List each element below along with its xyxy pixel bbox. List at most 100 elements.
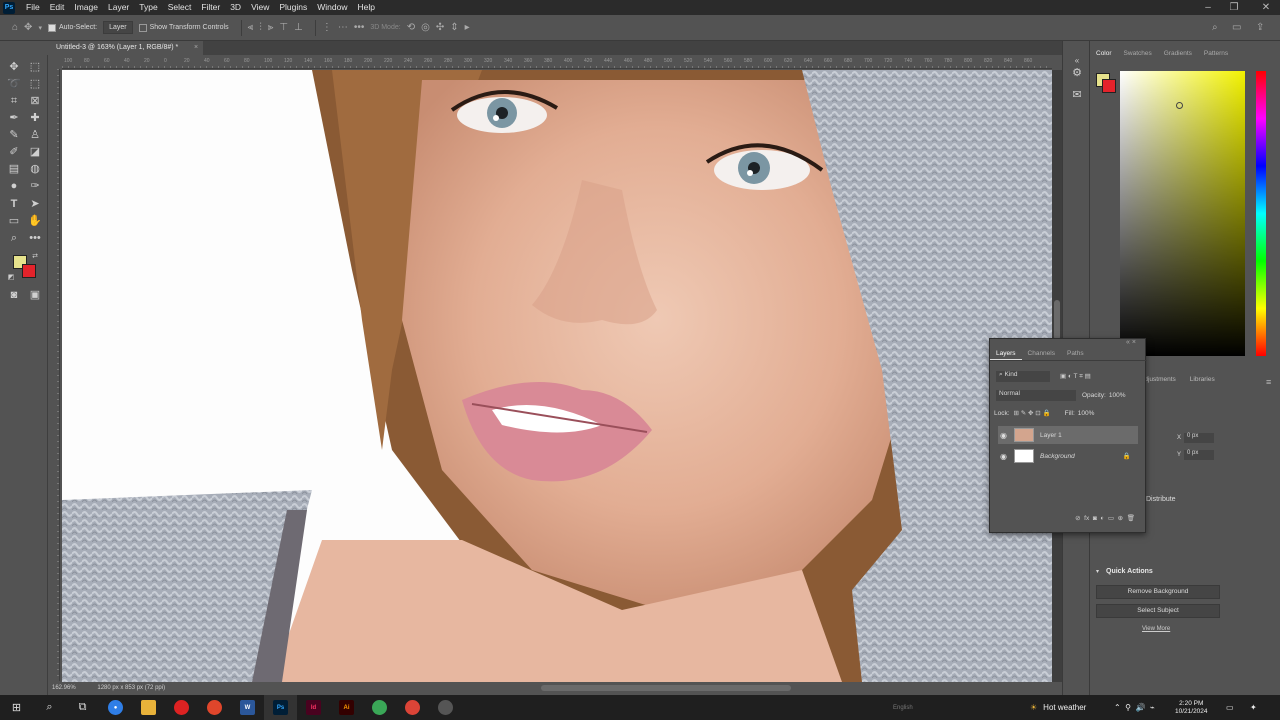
copilot-icon[interactable]: ✦: [1250, 695, 1257, 720]
rectangle-tool-icon[interactable]: ▭: [5, 213, 23, 229]
layer-row-background[interactable]: ◉ Background 🔒: [998, 447, 1138, 465]
photoshop-taskbar-icon[interactable]: Ps: [264, 695, 297, 720]
menu-select[interactable]: Select: [163, 0, 197, 15]
menu-view[interactable]: View: [246, 0, 274, 15]
workspace-icon[interactable]: ▭: [1232, 22, 1241, 33]
kind-filter[interactable]: ⌕ Kind: [996, 371, 1050, 382]
chrome-icon[interactable]: ●: [99, 695, 132, 720]
layers-footer[interactable]: ⊘ fx ◙ ◐ ▭ ⊕ 🗑: [990, 514, 1147, 522]
weather-widget[interactable]: ☀ Hot weather: [1030, 695, 1086, 720]
menu-layer[interactable]: Layer: [103, 0, 134, 15]
blur-tool-icon[interactable]: ◍: [26, 161, 44, 177]
clock[interactable]: 2:20 PM 10/21/2024: [1175, 695, 1208, 720]
notification-icon[interactable]: ▭: [1226, 695, 1234, 720]
tab-layers[interactable]: Layers: [990, 347, 1022, 360]
x-field[interactable]: 0 px: [1184, 433, 1214, 443]
3d-pan-icon[interactable]: ✣: [436, 22, 444, 33]
color-picker-field[interactable]: [1120, 71, 1245, 356]
move-tool-icon[interactable]: ✥: [24, 22, 32, 33]
healing-brush-icon[interactable]: ✚: [26, 110, 44, 126]
tab-swatches[interactable]: Swatches: [1118, 47, 1158, 61]
close-icon[interactable]: ✕: [1254, 0, 1278, 15]
chevron-down-icon[interactable]: ▾: [38, 24, 42, 32]
tab-channels[interactable]: Channels: [1022, 347, 1061, 360]
menu-file[interactable]: File: [21, 0, 45, 15]
3d-roll-icon[interactable]: ◎: [421, 22, 430, 33]
search-icon[interactable]: ⌕: [33, 695, 66, 720]
default-colors-icon[interactable]: ◩: [2, 270, 20, 286]
restore-icon[interactable]: ❐: [1222, 0, 1246, 15]
eraser-icon[interactable]: ◪: [26, 144, 44, 160]
windows-start-icon[interactable]: ⊞: [0, 695, 33, 720]
home-icon[interactable]: ⌂: [12, 22, 18, 33]
menu-type[interactable]: Type: [134, 0, 162, 15]
color-bg-swatch[interactable]: [1102, 79, 1116, 93]
tab-libraries[interactable]: Libraries: [1190, 376, 1215, 390]
crop-tool-icon[interactable]: ⌗: [5, 93, 23, 109]
path-select-icon[interactable]: ➤: [26, 196, 44, 212]
move-tool-icon[interactable]: ✥: [5, 59, 23, 75]
layer-row-layer-1[interactable]: ◉ Layer 1: [998, 426, 1138, 444]
task-view-icon[interactable]: ⧉: [66, 695, 99, 720]
recorder-icon[interactable]: [165, 695, 198, 720]
3d-slide-icon[interactable]: ⇕: [450, 22, 458, 33]
comments-icon[interactable]: ✉: [1068, 87, 1086, 103]
chrome-profile-2-icon[interactable]: [396, 695, 429, 720]
screen-mode-icon[interactable]: ▣: [26, 287, 44, 303]
eye-icon[interactable]: ◉: [1000, 431, 1010, 440]
zoom-level[interactable]: 162.96%: [52, 685, 76, 691]
eyedropper-icon[interactable]: ✒: [5, 110, 23, 126]
y-field[interactable]: 0 px: [1184, 450, 1214, 460]
lock-icons[interactable]: ⊞ ✎ ✥ ⊡ 🔒: [1014, 409, 1051, 417]
align-left-icon[interactable]: ⫷: [248, 22, 254, 33]
more-tools-icon[interactable]: •••: [26, 230, 44, 246]
clone-stamp-icon[interactable]: ♙: [26, 127, 44, 143]
menu-plugins[interactable]: Plugins: [274, 0, 312, 15]
search-icon[interactable]: ⌕: [1212, 22, 1218, 33]
tab-color[interactable]: Color: [1090, 47, 1118, 61]
hue-slider[interactable]: [1256, 71, 1266, 356]
properties-icon[interactable]: ⚙: [1068, 65, 1086, 81]
tab-paths[interactable]: Paths: [1061, 347, 1090, 360]
blend-mode-select[interactable]: Normal: [996, 390, 1076, 401]
swap-colors-icon[interactable]: ⇄: [26, 249, 44, 265]
word-icon[interactable]: W: [231, 695, 264, 720]
gradient-tool-icon[interactable]: ▤: [5, 161, 23, 177]
background-color-swatch[interactable]: [22, 264, 36, 278]
brush-tool-icon[interactable]: ✎: [5, 127, 23, 143]
quick-mask-icon[interactable]: ◙: [5, 287, 23, 303]
share-icon[interactable]: ⇪: [1256, 22, 1264, 33]
chevron-down-icon[interactable]: ▾: [1096, 568, 1099, 575]
history-brush-icon[interactable]: ✐: [5, 144, 23, 160]
close-panel-icon[interactable]: « ×: [1126, 339, 1136, 346]
tab-gradients[interactable]: Gradients: [1158, 47, 1198, 61]
align-top-icon[interactable]: ⊤: [279, 22, 288, 33]
acrobat-icon[interactable]: [198, 695, 231, 720]
object-select-icon[interactable]: ⬚: [26, 76, 44, 92]
3d-camera-icon[interactable]: ▸: [465, 22, 470, 33]
illustrator-icon[interactable]: Ai: [330, 695, 363, 720]
tab-patterns[interactable]: Patterns: [1198, 47, 1234, 61]
lasso-tool-icon[interactable]: ➰: [5, 76, 23, 92]
align-right-icon[interactable]: ⫸: [268, 22, 274, 33]
document-tab[interactable]: Untitled-3 @ 163% (Layer 1, RGB/8#) * ×: [48, 41, 203, 55]
zoom-tool-icon[interactable]: ⌕: [5, 230, 23, 246]
transform-controls-checkbox[interactable]: Show Transform Controls: [138, 23, 229, 32]
file-explorer-icon[interactable]: [132, 695, 165, 720]
menu-image[interactable]: Image: [69, 0, 103, 15]
distribute-icon[interactable]: ⋮: [322, 22, 332, 33]
align-middle-icon[interactable]: ⊥: [294, 22, 303, 33]
distribute-h-icon[interactable]: ⋯: [338, 22, 348, 33]
menu-filter[interactable]: Filter: [196, 0, 225, 15]
app-icon[interactable]: [429, 695, 462, 720]
marquee-tool-icon[interactable]: ⬚: [26, 59, 44, 75]
pen-tool-icon[interactable]: ✑: [26, 178, 44, 194]
menu-help[interactable]: Help: [352, 0, 379, 15]
type-tool-icon[interactable]: T: [5, 196, 23, 212]
panel-menu-icon[interactable]: ≡: [1266, 377, 1271, 387]
frame-tool-icon[interactable]: ⊠: [26, 93, 44, 109]
remove-background-button[interactable]: Remove Background: [1096, 585, 1220, 599]
eye-icon[interactable]: ◉: [1000, 452, 1010, 461]
fill-field[interactable]: 100%: [1078, 410, 1095, 417]
3d-orbit-icon[interactable]: ⟲: [407, 22, 415, 33]
